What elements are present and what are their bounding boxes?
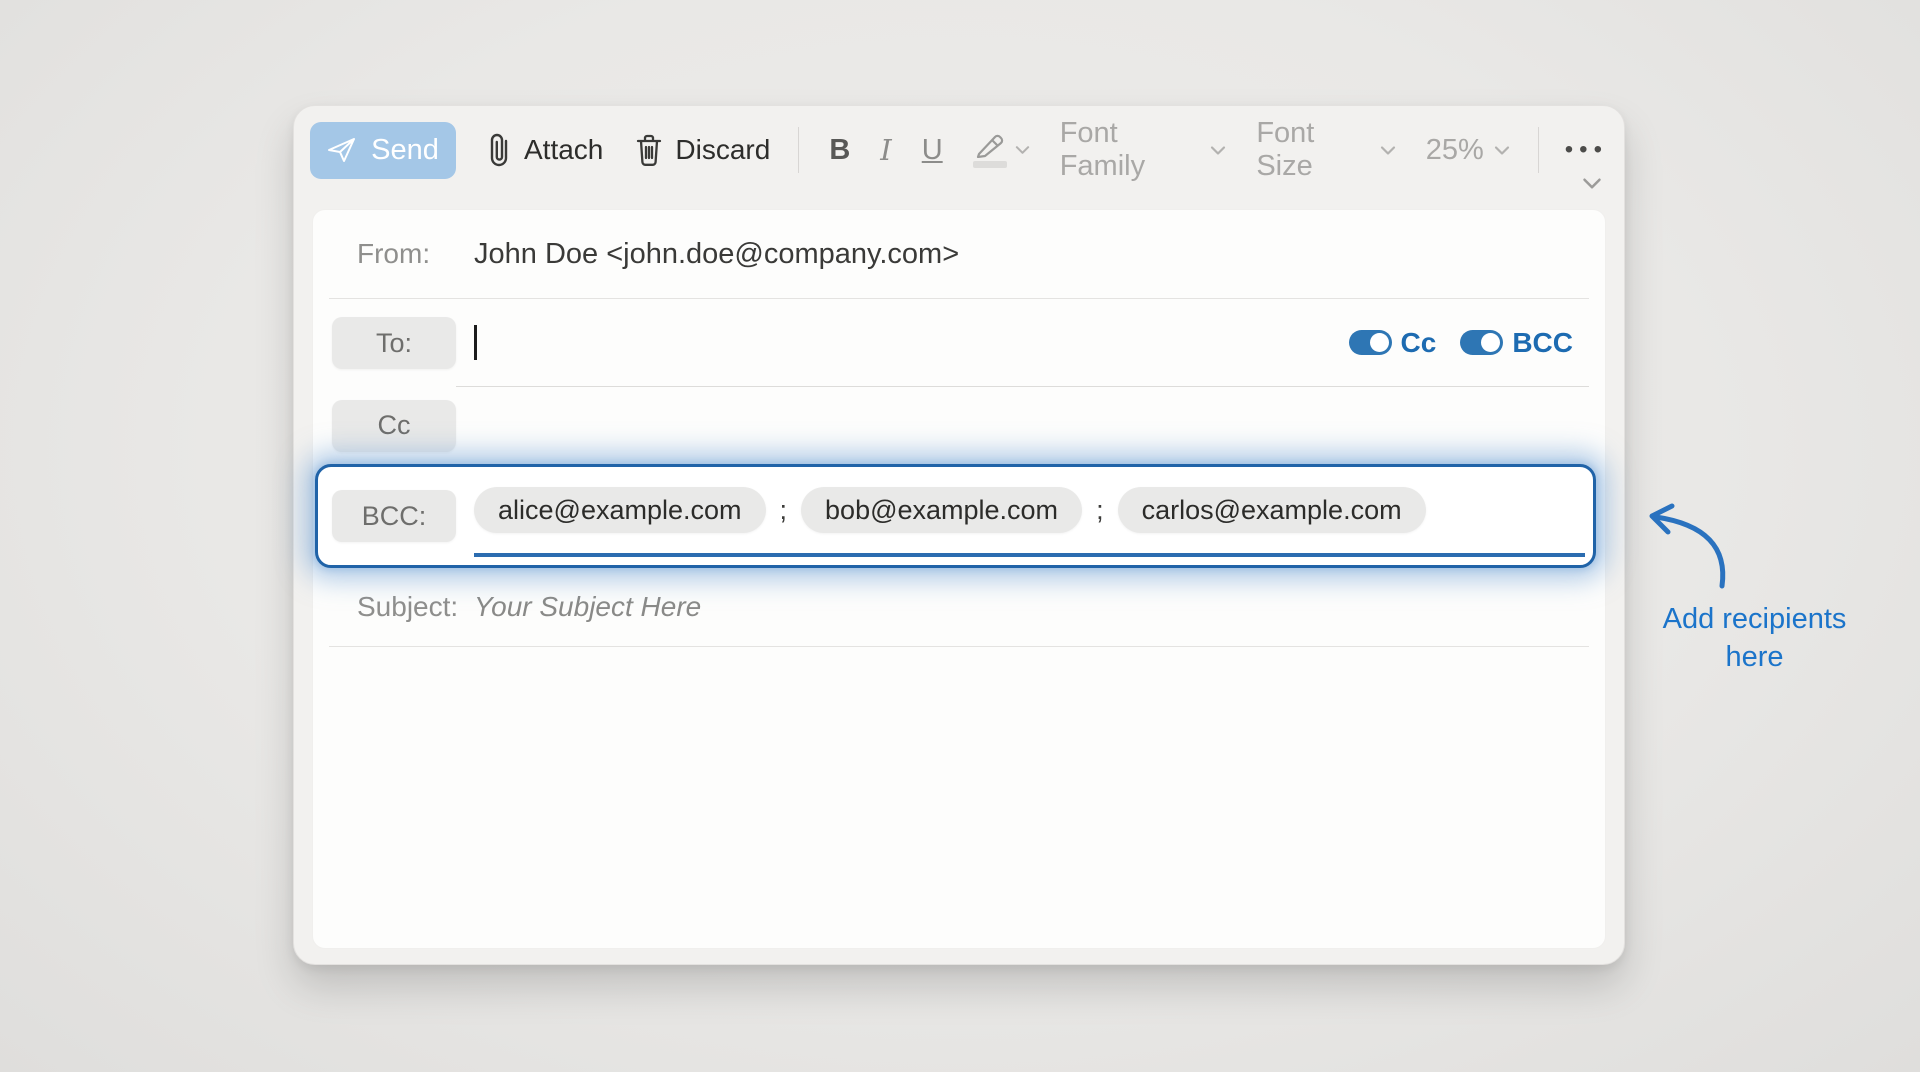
annotation-line1: Add recipients bbox=[1642, 600, 1867, 638]
cc-row: Cc bbox=[313, 387, 1605, 464]
more-options-button[interactable]: ••• bbox=[1565, 136, 1608, 164]
highlight-color-swatch bbox=[973, 161, 1007, 168]
chevron-down-icon bbox=[1380, 145, 1396, 156]
toggle-knob bbox=[1370, 333, 1389, 352]
zoom-dropdown[interactable]: 25% bbox=[1426, 134, 1510, 167]
send-button[interactable]: Send bbox=[310, 122, 456, 179]
chevron-down-icon bbox=[1494, 145, 1510, 156]
font-family-label: Font Family bbox=[1060, 117, 1201, 183]
compose-toolbar: Send Attach Discard B I U bbox=[294, 106, 1624, 194]
compose-window: Send Attach Discard B I U bbox=[293, 105, 1625, 965]
recipient-separator: ; bbox=[1096, 495, 1104, 526]
discard-button-label: Discard bbox=[675, 134, 770, 166]
cc-toggle[interactable]: Cc bbox=[1349, 327, 1437, 359]
subject-row: Subject: Your Subject Here bbox=[329, 568, 1589, 647]
trash-icon bbox=[635, 133, 663, 167]
to-label-button[interactable]: To: bbox=[332, 317, 456, 369]
bcc-input[interactable]: alice@example.com ; bob@example.com ; ca… bbox=[474, 467, 1585, 557]
paperclip-icon bbox=[488, 132, 512, 168]
bcc-toggle-label: BCC bbox=[1512, 327, 1573, 359]
cc-label-button[interactable]: Cc bbox=[332, 400, 456, 452]
recipient-chip[interactable]: bob@example.com bbox=[801, 487, 1082, 533]
pen-icon bbox=[973, 132, 1007, 158]
toggle-knob bbox=[1481, 333, 1500, 352]
annotation-add-recipients: Add recipients here bbox=[1642, 600, 1867, 676]
recipient-chip[interactable]: carlos@example.com bbox=[1118, 487, 1426, 533]
message-form: From: John Doe <john.doe@company.com> To… bbox=[312, 209, 1606, 949]
attach-button-label: Attach bbox=[524, 134, 603, 166]
subject-input-placeholder[interactable]: Your Subject Here bbox=[474, 591, 701, 623]
curved-arrow-icon bbox=[1628, 498, 1748, 598]
toolbar-divider bbox=[798, 127, 799, 173]
recipient-chip[interactable]: alice@example.com bbox=[474, 487, 766, 533]
bold-button[interactable]: B bbox=[829, 134, 850, 167]
from-row: From: John Doe <john.doe@company.com> bbox=[329, 210, 1589, 299]
toolbar-collapse-chevron-icon[interactable] bbox=[1582, 177, 1602, 190]
message-body-input[interactable] bbox=[313, 647, 1605, 948]
bcc-toggle[interactable]: BCC bbox=[1460, 327, 1573, 359]
chevron-down-icon bbox=[1210, 145, 1226, 156]
paper-plane-icon bbox=[327, 137, 357, 163]
annotation-line2: here bbox=[1642, 638, 1867, 676]
bcc-toggle-switch[interactable] bbox=[1460, 330, 1503, 355]
from-label: From: bbox=[357, 238, 474, 270]
chevron-down-icon bbox=[1015, 145, 1030, 155]
zoom-value: 25% bbox=[1426, 134, 1484, 167]
from-value: John Doe <john.doe@company.com> bbox=[474, 238, 959, 271]
bcc-row-highlighted: BCC: alice@example.com ; bob@example.com… bbox=[315, 464, 1596, 568]
italic-button[interactable]: I bbox=[880, 133, 891, 167]
to-input[interactable]: Cc BCC bbox=[456, 299, 1589, 387]
text-cursor bbox=[474, 325, 477, 360]
subject-label: Subject: bbox=[357, 591, 474, 623]
recipient-separator: ; bbox=[780, 495, 788, 526]
bcc-label-button[interactable]: BCC: bbox=[332, 490, 456, 542]
highlight-color-button[interactable] bbox=[973, 132, 1030, 168]
underline-button[interactable]: U bbox=[922, 134, 943, 167]
font-family-dropdown[interactable]: Font Family bbox=[1060, 117, 1227, 183]
to-row: To: Cc BCC bbox=[313, 299, 1589, 387]
send-button-label: Send bbox=[371, 134, 439, 167]
discard-button[interactable]: Discard bbox=[635, 133, 770, 167]
cc-toggle-switch[interactable] bbox=[1349, 330, 1392, 355]
toolbar-divider bbox=[1538, 127, 1539, 173]
font-size-dropdown[interactable]: Font Size bbox=[1256, 117, 1395, 183]
font-size-label: Font Size bbox=[1256, 117, 1369, 183]
cc-toggle-label: Cc bbox=[1401, 327, 1437, 359]
attach-button[interactable]: Attach bbox=[488, 132, 603, 168]
